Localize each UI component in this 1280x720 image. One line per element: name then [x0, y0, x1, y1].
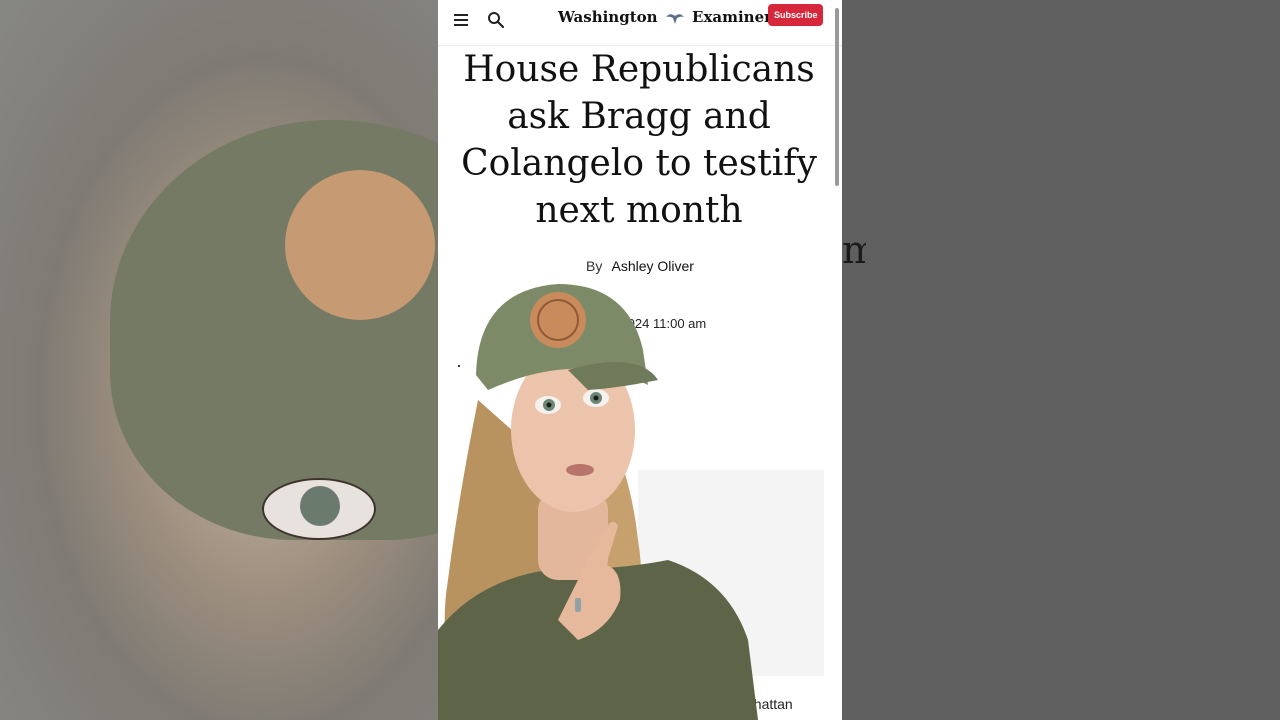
byline-prefix: By: [586, 258, 603, 274]
scrollbar[interactable]: [835, 8, 839, 186]
presenter-cutout: [438, 284, 758, 720]
blurred-cap-badge: [285, 170, 435, 320]
search-icon[interactable]: [487, 11, 505, 29]
blurred-text-fragment: m: [842, 228, 866, 272]
top-navigation-bar: Washington Examiner Subscribe: [438, 0, 842, 46]
blurred-iris: [300, 486, 340, 526]
blurred-article-right: [842, 0, 1280, 720]
logo-text-examiner: Examiner: [692, 8, 773, 26]
menu-icon[interactable]: [454, 14, 468, 26]
subscribe-button[interactable]: Subscribe: [768, 4, 823, 26]
logo-text-washington: Washington: [558, 8, 658, 26]
article-headline: House Republicans ask Bragg and Colangel…: [461, 49, 817, 231]
author-link[interactable]: Ashley Oliver: [612, 258, 694, 274]
eagle-icon: [665, 14, 684, 24]
byline: By Ashley Oliver: [438, 258, 842, 274]
site-logo[interactable]: Washington Examiner: [558, 8, 772, 34]
blurred-presenter-left: [0, 0, 438, 720]
